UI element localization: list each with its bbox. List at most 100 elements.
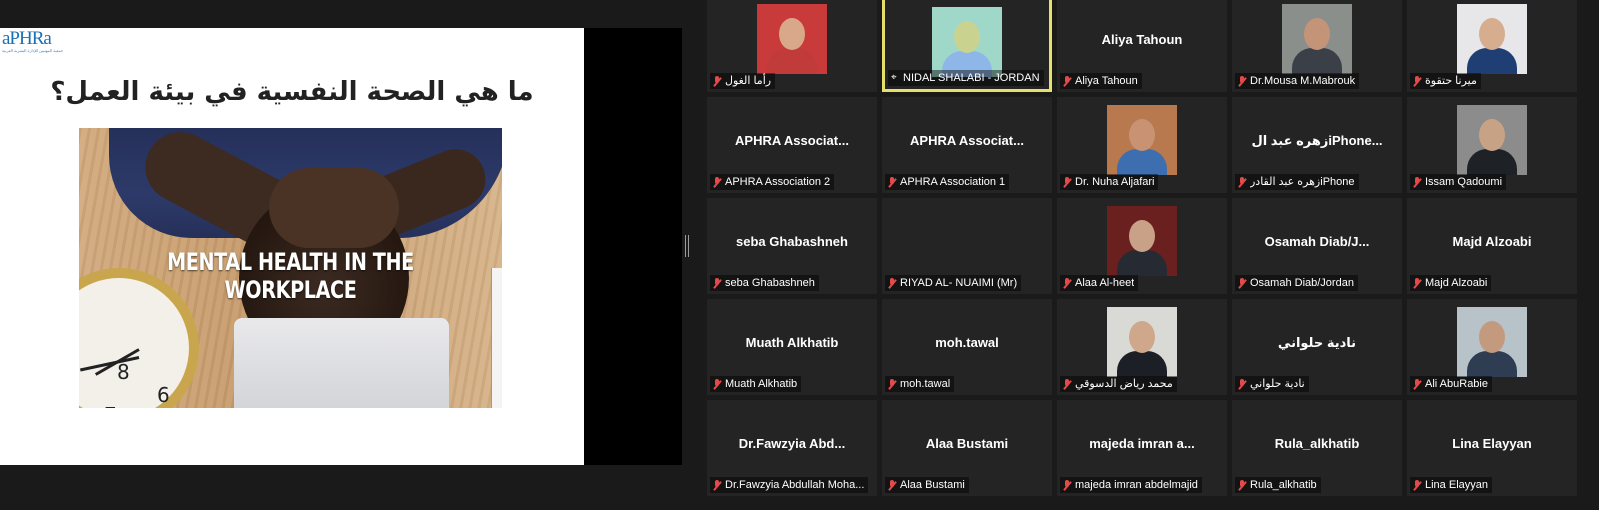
participant-tile[interactable]: Issam Qadoumi [1407, 97, 1577, 193]
participant-display-name: زهره عبد الiPhone... [1251, 133, 1383, 148]
participant-name-label: Muath Alkhatib [710, 376, 802, 392]
participant-video [1457, 105, 1527, 175]
participant-tile[interactable]: Dr.Mousa M.Mabrouk [1232, 0, 1402, 92]
pin-icon: ⌖ [891, 72, 897, 83]
participant-name-label: Issam Qadoumi [1410, 174, 1507, 190]
participant-name: Dr. Nuha Aljafari [1075, 176, 1155, 188]
participant-tile[interactable]: محمد رياض الدسوقي [1057, 299, 1227, 395]
participant-tile[interactable]: زهره عبد الiPhone... زهره عبد القادرiPhon… [1232, 97, 1402, 193]
presentation-slide: aPHRa جمعية المهنيين للإدارة البشرية الع… [0, 28, 584, 465]
clock-numeral: 6 [157, 383, 170, 407]
participant-tile[interactable]: ⌖ NIDAL SHALABI - JORDAN [882, 0, 1052, 92]
person-body [1117, 250, 1167, 276]
muted-mic-icon [1413, 378, 1421, 390]
participant-name-label: Osamah Diab/Jordan [1235, 275, 1358, 291]
participant-tile[interactable]: moh.tawal moh.tawal [882, 299, 1052, 395]
shared-screen[interactable]: aPHRa جمعية المهنيين للإدارة البشرية الع… [0, 28, 682, 465]
ruler [491, 268, 502, 408]
participant-tile[interactable]: Aliya Tahoun Aliya Tahoun [1057, 0, 1227, 92]
participant-video [1107, 307, 1177, 377]
participant-tile[interactable]: Lina Elayyan Lina Elayyan [1407, 400, 1577, 496]
logo-text: aPHRa [2, 28, 52, 49]
participant-display-name: majeda imran a... [1089, 436, 1195, 451]
participant-name-label: ميرنا حتقوة [1410, 73, 1481, 89]
participant-tile[interactable]: seba Ghabashneh seba Ghabashneh [707, 198, 877, 294]
participant-tile[interactable]: ميرنا حتقوة [1407, 0, 1577, 92]
participant-name-label: Rula_alkhatib [1235, 477, 1321, 493]
person-hands [269, 168, 399, 248]
participant-tile[interactable]: Dr.Fawzyia Abd... Dr.Fawzyia Abdullah Moh… [707, 400, 877, 496]
participant-name: رأما الغول [725, 75, 772, 87]
participant-tile[interactable]: Majd Alzoabi Majd Alzoabi [1407, 198, 1577, 294]
participant-name: RIYAD AL- NUAIMI (Mr) [900, 277, 1018, 289]
participant-tile[interactable]: Muath Alkhatib Muath Alkhatib [707, 299, 877, 395]
participant-name-label: Ali AbuRabie [1410, 376, 1492, 392]
participant-tile[interactable]: Alaa Bustami Alaa Bustami [882, 400, 1052, 496]
muted-mic-icon [888, 277, 896, 289]
participant-name: moh.tawal [900, 378, 951, 390]
muted-mic-icon [713, 378, 721, 390]
participant-name-label: Alaa Al-heet [1060, 275, 1139, 291]
person-body [1467, 48, 1517, 74]
person-body [1117, 351, 1167, 377]
clock-hand [79, 356, 140, 372]
participant-name: APHRA Association 1 [900, 176, 1006, 188]
participant-name: NIDAL SHALABI - JORDAN [903, 72, 1040, 84]
clock-numeral: 7 [104, 403, 117, 408]
muted-mic-icon [1238, 176, 1246, 188]
participant-display-name: seba Ghabashneh [736, 234, 848, 249]
participant-display-name: APHRA Associat... [910, 133, 1024, 148]
participant-name: Alaa Al-heet [1075, 277, 1135, 289]
participant-name: محمد رياض الدسوقي [1075, 378, 1173, 390]
participant-name: Rula_alkhatib [1250, 479, 1317, 491]
participant-name-label: Dr.Mousa M.Mabrouk [1235, 73, 1360, 89]
split-divider-handle[interactable] [685, 235, 689, 257]
participant-name: seba Ghabashneh [725, 277, 815, 289]
participant-name: Dr.Fawzyia Abdullah Moha... [725, 479, 865, 491]
participant-name-label: زهره عبد القادرiPhone [1235, 174, 1359, 190]
photo-caption: MENTAL HEALTH IN THE WORKPLACE [167, 248, 414, 304]
participant-name-label: Dr.Fawzyia Abdullah Moha... [710, 477, 869, 493]
participant-name: Alaa Bustami [900, 479, 965, 491]
participant-name: نادية حلواني [1250, 378, 1305, 390]
participant-name-label: APHRA Association 2 [710, 174, 835, 190]
participant-tile[interactable]: RIYAD AL- NUAIMI (Mr) [882, 198, 1052, 294]
muted-mic-icon [713, 479, 721, 491]
participant-tile[interactable]: Dr. Nuha Aljafari [1057, 97, 1227, 193]
participant-name-label: seba Ghabashneh [710, 275, 819, 291]
participant-tile[interactable]: APHRA Associat... APHRA Association 2 [707, 97, 877, 193]
participant-name: Dr.Mousa M.Mabrouk [1250, 75, 1356, 87]
participant-video [757, 4, 827, 74]
muted-mic-icon [713, 277, 721, 289]
participant-tile[interactable]: رأما الغول [707, 0, 877, 92]
logo-subtext: جمعية المهنيين للإدارة البشرية العربية [2, 48, 64, 53]
participant-tile[interactable]: Osamah Diab/J... Osamah Diab/Jordan [1232, 198, 1402, 294]
participant-name: Lina Elayyan [1425, 479, 1488, 491]
muted-mic-icon [1413, 176, 1421, 188]
person-face [954, 21, 980, 53]
muted-mic-icon [1238, 479, 1246, 491]
person-face [1479, 18, 1505, 50]
participant-display-name: Aliya Tahoun [1101, 32, 1183, 47]
participant-video [1457, 4, 1527, 74]
participant-display-name: Osamah Diab/J... [1264, 234, 1370, 249]
muted-mic-icon [1063, 378, 1071, 390]
participant-tile[interactable]: Rula_alkhatib Rula_alkhatib [1232, 400, 1402, 496]
person-face [1129, 220, 1155, 252]
clock-numeral: 8 [117, 360, 130, 384]
participant-name: Majd Alzoabi [1425, 277, 1488, 289]
participant-video [1107, 105, 1177, 175]
participant-tile[interactable]: Ali AbuRabie [1407, 299, 1577, 395]
person-face [1129, 119, 1155, 151]
participant-video [1107, 206, 1177, 276]
participant-tile[interactable]: APHRA Associat... APHRA Association 1 [882, 97, 1052, 193]
person-body [767, 48, 817, 74]
muted-mic-icon [1238, 277, 1246, 289]
person-face [1479, 321, 1505, 353]
participant-tile[interactable]: majeda imran a... majeda imran abdelmajid [1057, 400, 1227, 496]
participant-tile[interactable]: نادية حلواني نادية حلواني [1232, 299, 1402, 395]
muted-mic-icon [1413, 277, 1421, 289]
participant-name-label: moh.tawal [885, 376, 955, 392]
person-face [1129, 321, 1155, 353]
participant-tile[interactable]: Alaa Al-heet [1057, 198, 1227, 294]
